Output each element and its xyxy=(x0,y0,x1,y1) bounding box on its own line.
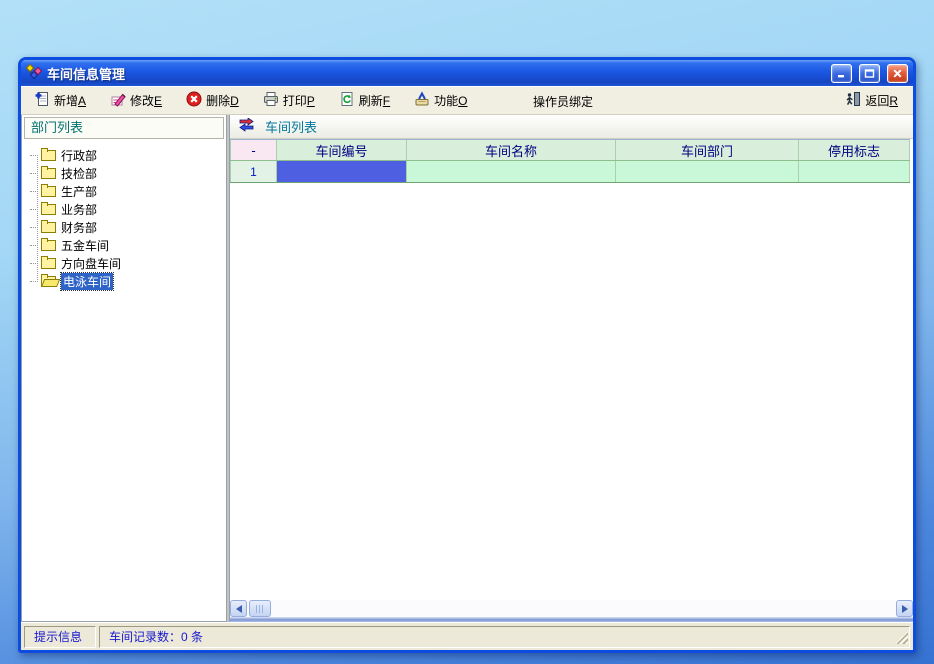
edit-button-label: 修改E xyxy=(130,92,162,109)
tree-item-caiwubu[interactable]: 财务部 xyxy=(22,218,226,236)
status-message-panel: 车间记录数：0 条 xyxy=(99,626,910,648)
workshop-panel: 车间列表 - 车间编号 车间名称 车间部门 停用标志 1 xyxy=(229,115,913,622)
close-button[interactable] xyxy=(887,64,908,83)
tree-item-label: 五金车间 xyxy=(61,237,109,254)
tree-item-label: 电泳车间 xyxy=(61,273,113,290)
return-button-label: 返回R xyxy=(865,92,898,109)
desktop-background: 车间信息管理 新增A xyxy=(0,0,934,664)
workshop-caption: 车间列表 xyxy=(265,117,317,136)
column-header-disable-flag[interactable]: 停用标志 xyxy=(799,140,910,160)
print-button-label: 打印P xyxy=(283,92,315,109)
refresh-icon xyxy=(339,91,355,110)
function-button[interactable]: 功能O xyxy=(407,88,474,113)
function-button-label: 功能O xyxy=(434,92,467,109)
row-number-cell[interactable]: 1 xyxy=(230,161,277,182)
department-tree: 行政部 技检部 生产部 业务部 xyxy=(22,146,226,621)
delete-button-label: 删除D xyxy=(206,92,239,109)
page-title: 车间信息管理 xyxy=(47,64,125,83)
folder-icon xyxy=(41,222,56,233)
return-button[interactable]: 返回R xyxy=(838,88,905,113)
folder-icon xyxy=(41,168,56,179)
open-folder-icon xyxy=(41,276,56,287)
function-icon xyxy=(414,91,430,110)
tree-item-label: 财务部 xyxy=(61,219,97,236)
add-button-label: 新增A xyxy=(54,92,86,109)
tree-item-label: 行政部 xyxy=(61,147,97,164)
grid-empty-area xyxy=(230,183,913,600)
workshop-caption-bar: 车间列表 xyxy=(230,115,913,139)
scrollbar-thumb[interactable] xyxy=(249,600,271,617)
cell-workshop-dept[interactable] xyxy=(616,161,799,182)
tree-item-yewubu[interactable]: 业务部 xyxy=(22,200,226,218)
print-button[interactable]: 打印P xyxy=(256,88,322,113)
tree-item-label: 生产部 xyxy=(61,183,97,200)
grid-header-row: - 车间编号 车间名称 车间部门 停用标志 xyxy=(230,140,910,161)
tree-item-wujinchejian[interactable]: 五金车间 xyxy=(22,236,226,254)
operator-binding-label: 操作员绑定 xyxy=(533,93,593,110)
tree-item-jijianbu[interactable]: 技检部 xyxy=(22,164,226,182)
cell-disable-flag[interactable] xyxy=(799,161,910,182)
main-area: 部门列表 行政部 技检部 xyxy=(21,115,913,622)
folder-icon xyxy=(41,204,56,215)
department-panel: 部门列表 行政部 技检部 xyxy=(21,115,227,622)
titlebar: 车间信息管理 xyxy=(21,60,913,86)
scroll-left-button[interactable] xyxy=(230,600,247,617)
thumb-grip-icon xyxy=(256,605,264,613)
tree-line xyxy=(37,155,38,282)
folder-icon xyxy=(41,240,56,251)
folder-icon xyxy=(41,258,56,269)
folder-icon xyxy=(41,186,56,197)
tree-item-label: 业务部 xyxy=(61,201,97,218)
tree-item-fangxiangpanchejian[interactable]: 方向盘车间 xyxy=(22,254,226,272)
folder-icon xyxy=(41,150,56,161)
refresh-button-label: 刷新F xyxy=(359,92,390,109)
right-arrow-icon xyxy=(902,605,908,613)
department-panel-header: 部门列表 xyxy=(24,117,224,139)
maximize-button[interactable] xyxy=(859,64,880,83)
tree-item-label: 方向盘车间 xyxy=(61,255,121,272)
statusbar: 提示信息 车间记录数：0 条 xyxy=(21,622,913,650)
minimize-button[interactable] xyxy=(831,64,852,83)
tree-item-label: 技检部 xyxy=(61,165,97,182)
flowchart-diamonds-icon xyxy=(26,64,42,83)
cell-workshop-name[interactable] xyxy=(407,161,616,182)
table-row: 1 xyxy=(230,161,910,183)
add-button[interactable]: 新增A xyxy=(27,88,93,113)
workshop-grid: - 车间编号 车间名称 车间部门 停用标志 1 xyxy=(230,139,910,183)
column-header-workshop-name[interactable]: 车间名称 xyxy=(407,140,616,160)
status-hint-panel: 提示信息 xyxy=(24,626,96,648)
left-arrow-icon xyxy=(236,605,242,613)
refresh-button[interactable]: 刷新F xyxy=(332,88,397,113)
column-header-workshop-id[interactable]: 车间编号 xyxy=(277,140,407,160)
delete-button[interactable]: 删除D xyxy=(179,88,246,113)
scrollbar-track[interactable] xyxy=(271,600,896,617)
selected-cell-workshop-id[interactable] xyxy=(277,161,407,182)
edit-pen-icon xyxy=(110,91,126,110)
scroll-right-button[interactable] xyxy=(896,600,913,617)
swap-arrows-icon xyxy=(238,118,255,135)
app-window: 车间信息管理 新增A xyxy=(18,57,916,653)
tree-item-xingzhengbu[interactable]: 行政部 xyxy=(22,146,226,164)
printer-icon xyxy=(263,91,279,110)
delete-red-x-icon xyxy=(186,91,202,110)
toolbar: 新增A 修改E xyxy=(21,86,913,115)
tree-item-dianyongchejian-selected[interactable]: 电泳车间 xyxy=(22,272,226,290)
tree-item-shengchanbu[interactable]: 生产部 xyxy=(22,182,226,200)
exit-door-icon xyxy=(845,91,861,110)
column-header-workshop-dept[interactable]: 车间部门 xyxy=(616,140,799,160)
column-header-rownum[interactable]: - xyxy=(230,140,277,160)
edit-button[interactable]: 修改E xyxy=(103,88,169,113)
horizontal-scrollbar xyxy=(230,600,913,617)
new-document-icon xyxy=(34,91,50,110)
